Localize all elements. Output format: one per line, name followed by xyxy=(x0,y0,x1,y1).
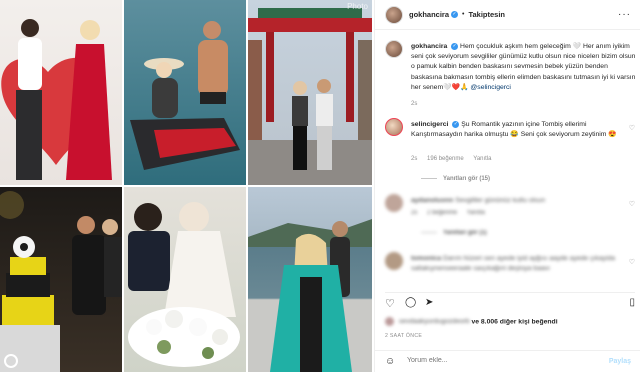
comment-like-heart-icon[interactable]: ♡ xyxy=(629,258,635,266)
comment-meta: 2s 196 beğenme Yanıtla xyxy=(411,156,500,162)
like-heart-icon[interactable]: ♡ xyxy=(385,297,395,310)
comment-age: 2s xyxy=(411,210,418,216)
follow-status-button[interactable]: Takiptesin xyxy=(468,10,505,19)
liker-avatar xyxy=(385,317,394,326)
add-comment-bar: ☺ Paylaş xyxy=(375,350,640,372)
instagram-post-view: Photo gokhancira ✓ • Takiptesin ··· gokh… xyxy=(0,0,640,372)
photo-birthday-cake xyxy=(0,187,122,372)
photo-chinatown-gate: Photo xyxy=(248,0,372,185)
comment-text: aydanoluonn Sevgililer gününüz kutlu ols… xyxy=(411,196,617,206)
action-bar: ♡ ◯ ➤ ▯ xyxy=(385,292,635,310)
comment-avatar[interactable] xyxy=(385,252,403,270)
view-replies-button[interactable]: Yanıtları gör (1) xyxy=(421,230,487,236)
comment-input[interactable] xyxy=(407,357,587,364)
separator-dot: • xyxy=(462,11,465,18)
comment-item: selincigerci ✓ Şu Romantik yazının içine… xyxy=(385,118,635,188)
caption-mention-link[interactable]: @selincigerci xyxy=(470,84,511,91)
post-timestamp: 2 SAAT ÖNCE xyxy=(385,333,423,339)
view-replies-button[interactable]: Yanıtları gör (15) xyxy=(421,176,490,182)
photo-valentine-heart xyxy=(0,0,122,185)
comment-likes-count[interactable]: 2 beğenme xyxy=(427,210,457,216)
comment-body: Darım hüzeri sen ayede iyid ayğısı aayde… xyxy=(411,255,616,273)
comment-avatar[interactable] xyxy=(385,118,403,136)
verified-badge-icon: ✓ xyxy=(452,120,460,128)
verified-badge-icon: ✓ xyxy=(451,11,459,18)
share-send-icon[interactable]: ➤ xyxy=(425,297,433,308)
emoji-smiley-icon[interactable]: ☺ xyxy=(385,356,395,367)
more-options-icon[interactable]: ··· xyxy=(618,9,631,20)
comment-avatar[interactable] xyxy=(385,194,403,212)
photo-wedding xyxy=(124,187,246,372)
comment-likes-count[interactable]: 196 beğenme xyxy=(427,156,464,162)
comment-bubble-icon[interactable]: ◯ xyxy=(405,297,416,308)
comment-body: Sevgililer gününüz kutlu olsun xyxy=(455,197,546,204)
photo-collage[interactable]: Photo xyxy=(0,0,372,372)
comment-username[interactable]: tomonica xyxy=(411,255,441,262)
comment-age: 2s xyxy=(411,156,418,162)
photo-jetski xyxy=(124,0,246,185)
comment-username[interactable]: selincigerci xyxy=(411,121,448,128)
post-username[interactable]: gokhancira xyxy=(409,10,449,19)
comment-like-heart-icon[interactable]: ♡ xyxy=(629,124,635,132)
comment-like-heart-icon[interactable]: ♡ xyxy=(629,200,635,208)
watermark-text: Photo xyxy=(347,2,368,11)
photo-lakeside xyxy=(248,187,372,372)
comment-username[interactable]: aydanoluonn xyxy=(411,197,453,204)
caption-text-block: gokhancira ✓ Hem çocukluk aşkım hem gele… xyxy=(411,42,637,109)
likes-count[interactable]: ve 8.006 diğer kişi beğendi xyxy=(471,318,557,325)
save-bookmark-icon[interactable]: ▯ xyxy=(629,297,635,308)
caption-age: 2s xyxy=(411,101,418,108)
post-comment-button[interactable]: Paylaş xyxy=(609,358,631,365)
avatar[interactable] xyxy=(385,5,403,24)
comment-text: tomonica Darım hüzeri sen ayede iyid ayğ… xyxy=(411,254,617,274)
tagged-user-icon[interactable] xyxy=(4,354,18,368)
comment-text: selincigerci ✓ Şu Romantik yazının içine… xyxy=(411,120,617,140)
caption-body: Hem çocukluk aşkım hem geleceğim 🤍 Her a… xyxy=(411,43,636,91)
caption-username[interactable]: gokhancira xyxy=(411,43,447,50)
post-sidebar: gokhancira ✓ • Takiptesin ··· gokhancira… xyxy=(374,0,640,372)
verified-badge-icon: ✓ xyxy=(451,42,459,50)
comment-meta: 2s 2 beğenme Yanıtla xyxy=(411,210,493,216)
comment-item: aydanoluonn Sevgililer gününüz kutlu ols… xyxy=(385,194,635,244)
reply-button[interactable]: Yanıtla xyxy=(467,210,485,216)
comment-item: tomonica Darım hüzeri sen ayede iyid ayğ… xyxy=(385,252,635,288)
likes-summary[interactable]: sevdaakyurdugozdeorb ve 8.006 diğer kişi… xyxy=(385,317,558,326)
reply-button[interactable]: Yanıtla xyxy=(473,156,491,162)
liker-name[interactable]: sevdaakyurdugozdeorb xyxy=(399,318,470,325)
caption-avatar[interactable] xyxy=(385,40,403,58)
post-header: gokhancira ✓ • Takiptesin ··· xyxy=(375,0,640,30)
